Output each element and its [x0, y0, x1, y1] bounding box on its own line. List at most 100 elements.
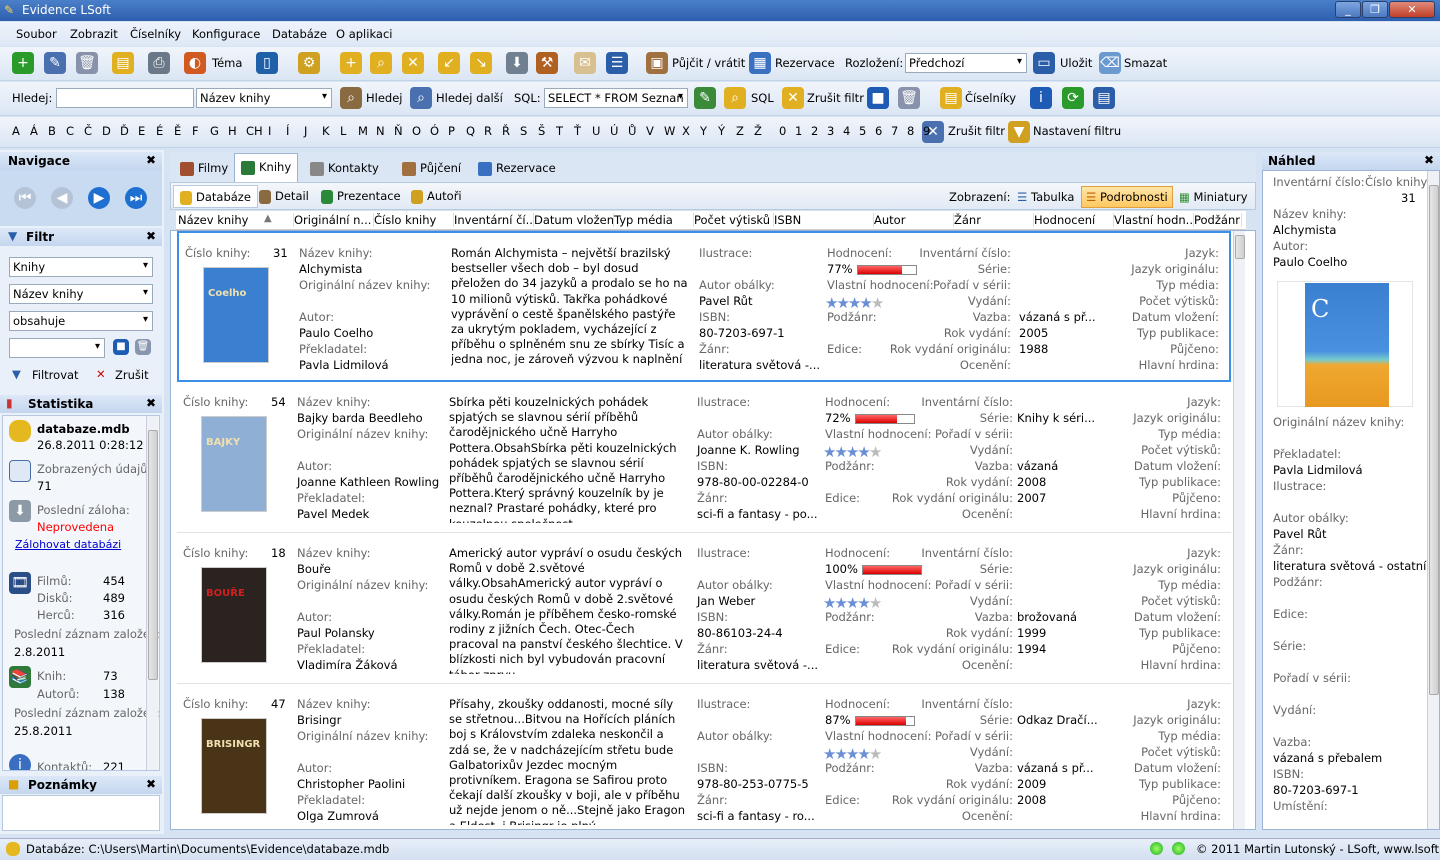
- letter-filter-48[interactable]: 6: [875, 124, 882, 138]
- letter-filter-50[interactable]: 8: [907, 124, 914, 138]
- letter-filter-0[interactable]: A: [12, 124, 20, 138]
- letter-filter-6[interactable]: Ď: [120, 124, 129, 138]
- save-icon[interactable]: ■: [867, 87, 889, 109]
- search-database-icon[interactable]: ⌕: [370, 52, 392, 74]
- trash-icon[interactable]: 🗑: [898, 87, 920, 109]
- letter-filter-44[interactable]: 2: [811, 124, 818, 138]
- search-input[interactable]: [56, 88, 194, 108]
- letter-filter-27[interactable]: Ř: [502, 124, 510, 138]
- letter-filter-51[interactable]: 9: [923, 124, 930, 138]
- letter-filter-30[interactable]: T: [556, 124, 563, 138]
- poznamky-textarea[interactable]: [2, 795, 160, 831]
- column-header-0[interactable]: Název knihy: [178, 213, 294, 227]
- book-record[interactable]: Číslo knihy: 31 Coelho Název knihy: Alchymis…: [177, 231, 1231, 382]
- sql-button-label[interactable]: SQL: [751, 91, 774, 105]
- column-header-4[interactable]: Datum vložení: [534, 213, 614, 227]
- minimize-button[interactable]: _: [1335, 1, 1361, 18]
- view-miniatury[interactable]: ▦ Miniatury: [1179, 190, 1248, 204]
- zrusit-filtr-label[interactable]: Zrušit filtr: [807, 91, 864, 105]
- menu-o-aplikaci[interactable]: O aplikaci: [336, 27, 392, 41]
- letter-filter-23[interactable]: Ó: [430, 124, 439, 138]
- letter-filter-1[interactable]: Á: [30, 124, 38, 138]
- letter-filter-35[interactable]: V: [646, 124, 654, 138]
- letter-filter-29[interactable]: Š: [538, 124, 545, 138]
- eraser-icon[interactable]: ⌫: [1099, 52, 1121, 74]
- next-record-icon[interactable]: ▶: [88, 187, 110, 209]
- subtab-prezentace[interactable]: Prezentace: [315, 185, 407, 208]
- statistika-scrollbar[interactable]: [146, 416, 158, 770]
- backup-drive-icon[interactable]: ⬇: [506, 52, 528, 74]
- letter-filter-31[interactable]: Ť: [574, 124, 581, 138]
- tab-rezervace[interactable]: Rezervace: [472, 157, 562, 181]
- letter-filter-37[interactable]: X: [682, 124, 690, 138]
- filter-operator-select[interactable]: obsahuje: [9, 311, 153, 331]
- letter-filter-20[interactable]: N: [376, 124, 385, 138]
- edit-record-icon[interactable]: ✎: [44, 52, 66, 74]
- menu-databaze[interactable]: Databáze: [272, 27, 327, 41]
- menu-soubor[interactable]: Soubor: [16, 27, 57, 41]
- database-list-icon[interactable]: ▤: [112, 52, 134, 74]
- report-icon[interactable]: ▤: [1093, 87, 1115, 109]
- letter-filter-13[interactable]: CH: [246, 124, 263, 138]
- zrusit-filtr-alpha[interactable]: Zrušit filtr: [948, 124, 1005, 138]
- letter-filter-5[interactable]: D: [102, 124, 111, 138]
- letter-filter-42[interactable]: 0: [779, 124, 786, 138]
- delete-record-icon[interactable]: 🗑: [76, 52, 98, 74]
- records-scrollbar[interactable]: [1233, 231, 1245, 829]
- rozlozeni-select[interactable]: Předchozí: [905, 53, 1027, 73]
- letter-filter-2[interactable]: B: [48, 124, 56, 138]
- add-database-icon[interactable]: +: [340, 52, 362, 74]
- maximize-button[interactable]: ❐: [1362, 1, 1388, 18]
- letter-filter-39[interactable]: Ý: [718, 124, 725, 138]
- book-record[interactable]: Číslo knihy: 18 BOUŘE Název knihy: Bouře Orig…: [177, 533, 1231, 684]
- magnifier-next-icon[interactable]: ⌕: [410, 87, 432, 109]
- tab-kontakty[interactable]: Kontakty: [304, 157, 385, 181]
- pencil-icon[interactable]: ✎: [694, 87, 716, 109]
- nahled-scrollbar[interactable]: [1427, 171, 1439, 829]
- column-header-8[interactable]: Autor: [874, 213, 954, 227]
- magnifier-icon[interactable]: ⌕: [340, 87, 362, 109]
- letter-filter-16[interactable]: J: [304, 124, 307, 138]
- pujcit-label[interactable]: Půjčit / vrátit: [672, 56, 745, 70]
- column-header-12[interactable]: Podžánr: [1194, 213, 1242, 227]
- clear-filter-icon[interactable]: ✕: [782, 87, 804, 109]
- zalohovat-link[interactable]: Zálohovat databázi: [15, 538, 121, 551]
- menu-ciselniky[interactable]: Číselníky: [130, 27, 181, 41]
- tab-knihy[interactable]: Knihy: [234, 153, 299, 182]
- layout-icon[interactable]: ▭: [1033, 52, 1055, 74]
- letter-filter-41[interactable]: Ž: [754, 124, 762, 138]
- book-record[interactable]: Číslo knihy: 54 BAJKY Název knihy: Bajky bar…: [177, 382, 1231, 533]
- ulozit-label[interactable]: Uložit: [1060, 56, 1092, 70]
- letter-filter-12[interactable]: H: [228, 124, 237, 138]
- letter-filter-11[interactable]: G: [210, 124, 219, 138]
- letter-filter-15[interactable]: Í: [286, 124, 289, 138]
- column-header-1[interactable]: Originální n...: [294, 213, 374, 227]
- hledej-dalsi-label[interactable]: Hledej další: [436, 91, 503, 105]
- column-header-9[interactable]: Žánr: [954, 213, 1034, 227]
- close-icon[interactable]: ✖: [1424, 153, 1434, 167]
- exit-door-icon[interactable]: ▯: [256, 52, 278, 74]
- letter-filter-32[interactable]: U: [592, 124, 600, 138]
- tab-filmy[interactable]: Filmy: [174, 157, 234, 181]
- filtrovat-button[interactable]: Filtrovat: [32, 368, 79, 382]
- nastaveni-filtru[interactable]: Nastavení filtru: [1033, 124, 1121, 138]
- letter-filter-33[interactable]: Ú: [610, 124, 618, 138]
- menu-zobrazit[interactable]: Zobrazit: [70, 27, 118, 41]
- letter-filter-9[interactable]: Ě: [174, 124, 181, 138]
- letter-filter-45[interactable]: 3: [827, 124, 834, 138]
- letter-filter-38[interactable]: Y: [700, 124, 707, 138]
- reservation-icon[interactable]: ▦: [749, 52, 771, 74]
- print-icon[interactable]: ⎙: [148, 52, 170, 74]
- column-header-10[interactable]: Hodnocení: [1034, 213, 1114, 227]
- letter-filter-26[interactable]: R: [484, 124, 492, 138]
- hammer-icon[interactable]: ⚒: [536, 52, 558, 74]
- menu-konfigurace[interactable]: Konfigurace: [192, 27, 260, 41]
- close-icon[interactable]: ✖: [146, 153, 156, 167]
- letter-filter-24[interactable]: P: [448, 124, 455, 138]
- new-record-icon[interactable]: +: [12, 52, 34, 74]
- subtab-detail[interactable]: Detail: [253, 185, 315, 208]
- letter-filter-4[interactable]: Č: [84, 124, 92, 138]
- view-podrobnosti[interactable]: ☰ Podrobnosti: [1081, 186, 1173, 208]
- prev-record-icon[interactable]: ◀: [51, 187, 73, 209]
- column-header-7[interactable]: ISBN: [774, 213, 874, 227]
